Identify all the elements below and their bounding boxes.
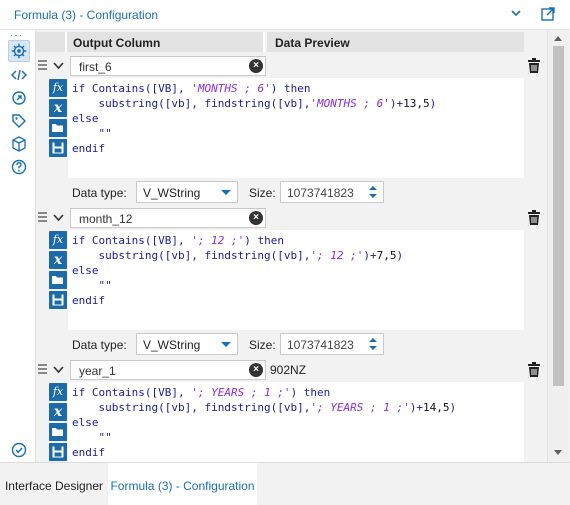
- data-preview-value: 902NZ: [270, 363, 307, 377]
- row-header: month_12 ×: [36, 206, 546, 230]
- data-type-select[interactable]: V_WString: [136, 181, 238, 203]
- box-icon[interactable]: [11, 136, 27, 152]
- variable-x-icon[interactable]: x: [49, 251, 67, 269]
- trash-icon[interactable]: [527, 210, 541, 226]
- tab-formula-configuration[interactable]: Formula (3) - Configuration: [108, 463, 257, 505]
- window-title: Formula (3) - Configuration: [14, 8, 159, 22]
- bottom-tabs: Interface Designer Formula (3) - Configu…: [0, 462, 570, 505]
- grid-header: Output Column Data Preview: [36, 32, 546, 52]
- collapse-chevron-icon[interactable]: [53, 212, 64, 223]
- size-label: Size:: [249, 186, 276, 200]
- size-input[interactable]: 1073741823: [280, 333, 384, 355]
- scroll-down-icon[interactable]: [554, 450, 562, 455]
- variable-x-icon[interactable]: x: [49, 99, 67, 117]
- header-spacer: [36, 32, 67, 52]
- output-column-name-input[interactable]: year_1: [70, 360, 266, 380]
- drag-handle-icon[interactable]: [38, 212, 47, 222]
- code-icon[interactable]: [11, 67, 27, 83]
- save-icon[interactable]: [49, 291, 67, 309]
- row-body: fx x if Contains([VB], '; YEARS ; 1 ;') …: [48, 382, 524, 462]
- spinner-icon[interactable]: [367, 336, 379, 352]
- title-bar: Formula (3) - Configuration: [0, 0, 570, 30]
- tag-icon[interactable]: [11, 113, 27, 129]
- collapse-chevron-icon[interactable]: [53, 364, 64, 375]
- formula-row: first_6 × fx x if Contains([VB], 'MONTHS…: [36, 54, 546, 206]
- map-icon[interactable]: [11, 90, 27, 106]
- formula-row: year_1 × 902NZ fx x if Contains([VB], ';…: [36, 358, 546, 462]
- output-column-name-input[interactable]: first_6: [70, 56, 266, 76]
- vertical-scrollbar[interactable]: [547, 30, 568, 462]
- trash-icon[interactable]: [527, 362, 541, 378]
- expression-editor[interactable]: if Contains([VB], '; YEARS ; 1 ;') then …: [68, 382, 524, 462]
- save-icon[interactable]: [49, 443, 67, 461]
- check-circle-icon[interactable]: [11, 442, 27, 458]
- size-input[interactable]: 1073741823: [280, 181, 384, 203]
- row-header: year_1 × 902NZ: [36, 358, 546, 382]
- clear-icon[interactable]: ×: [249, 363, 263, 377]
- data-type-label: Data type:: [72, 186, 127, 200]
- function-fx-icon[interactable]: fx: [49, 383, 67, 401]
- chevron-down-icon[interactable]: [510, 7, 522, 19]
- data-type-label: Data type:: [72, 338, 127, 352]
- data-type-bar: Data type: V_WString Size: 1073741823: [68, 330, 524, 358]
- help-icon[interactable]: [11, 159, 27, 175]
- scroll-up-icon[interactable]: [554, 36, 562, 41]
- open-folder-icon[interactable]: [49, 119, 67, 137]
- expression-editor[interactable]: if Contains([VB], 'MONTHS ; 6') then sub…: [68, 78, 524, 178]
- function-fx-icon[interactable]: fx: [49, 231, 67, 249]
- dropdown-caret-icon: [221, 342, 231, 347]
- clear-icon[interactable]: ×: [249, 211, 263, 225]
- data-type-bar: Data type: V_WString Size: 1073741823: [68, 178, 524, 206]
- formula-row: month_12 × fx x if Contains([VB], '; 12 …: [36, 206, 546, 358]
- row-body: fx x if Contains([VB], '; 12 ;') then su…: [48, 230, 524, 358]
- size-label: Size:: [249, 338, 276, 352]
- popout-icon[interactable]: [540, 6, 556, 22]
- expression-editor[interactable]: if Contains([VB], '; 12 ;') then substri…: [68, 230, 524, 330]
- open-folder-icon[interactable]: [49, 271, 67, 289]
- output-column-header[interactable]: Output Column: [67, 32, 265, 52]
- data-type-select[interactable]: V_WString: [136, 333, 238, 355]
- output-column-name-input[interactable]: month_12: [70, 208, 266, 228]
- trash-icon[interactable]: [527, 58, 541, 74]
- row-body: fx x if Contains([VB], 'MONTHS ; 6') the…: [48, 78, 524, 206]
- data-preview-header[interactable]: Data Preview: [267, 32, 524, 52]
- dropdown-caret-icon: [221, 190, 231, 195]
- open-folder-icon[interactable]: [49, 423, 67, 441]
- save-icon[interactable]: [49, 139, 67, 157]
- drag-handle-icon[interactable]: [38, 60, 47, 70]
- row-header: first_6 ×: [36, 54, 546, 78]
- collapse-chevron-icon[interactable]: [53, 60, 64, 71]
- side-toolbar: ···: [0, 30, 36, 462]
- function-fx-icon[interactable]: fx: [49, 79, 67, 97]
- settings-icon[interactable]: [8, 40, 30, 62]
- drag-handle-icon[interactable]: [38, 364, 47, 374]
- scroll-thumb[interactable]: [553, 46, 564, 386]
- clear-icon[interactable]: ×: [249, 59, 263, 73]
- variable-x-icon[interactable]: x: [49, 403, 67, 421]
- spinner-icon[interactable]: [367, 184, 379, 200]
- tab-interface-designer[interactable]: Interface Designer: [0, 463, 108, 505]
- formula-grid: Output Column Data Preview first_6 × fx …: [36, 30, 570, 462]
